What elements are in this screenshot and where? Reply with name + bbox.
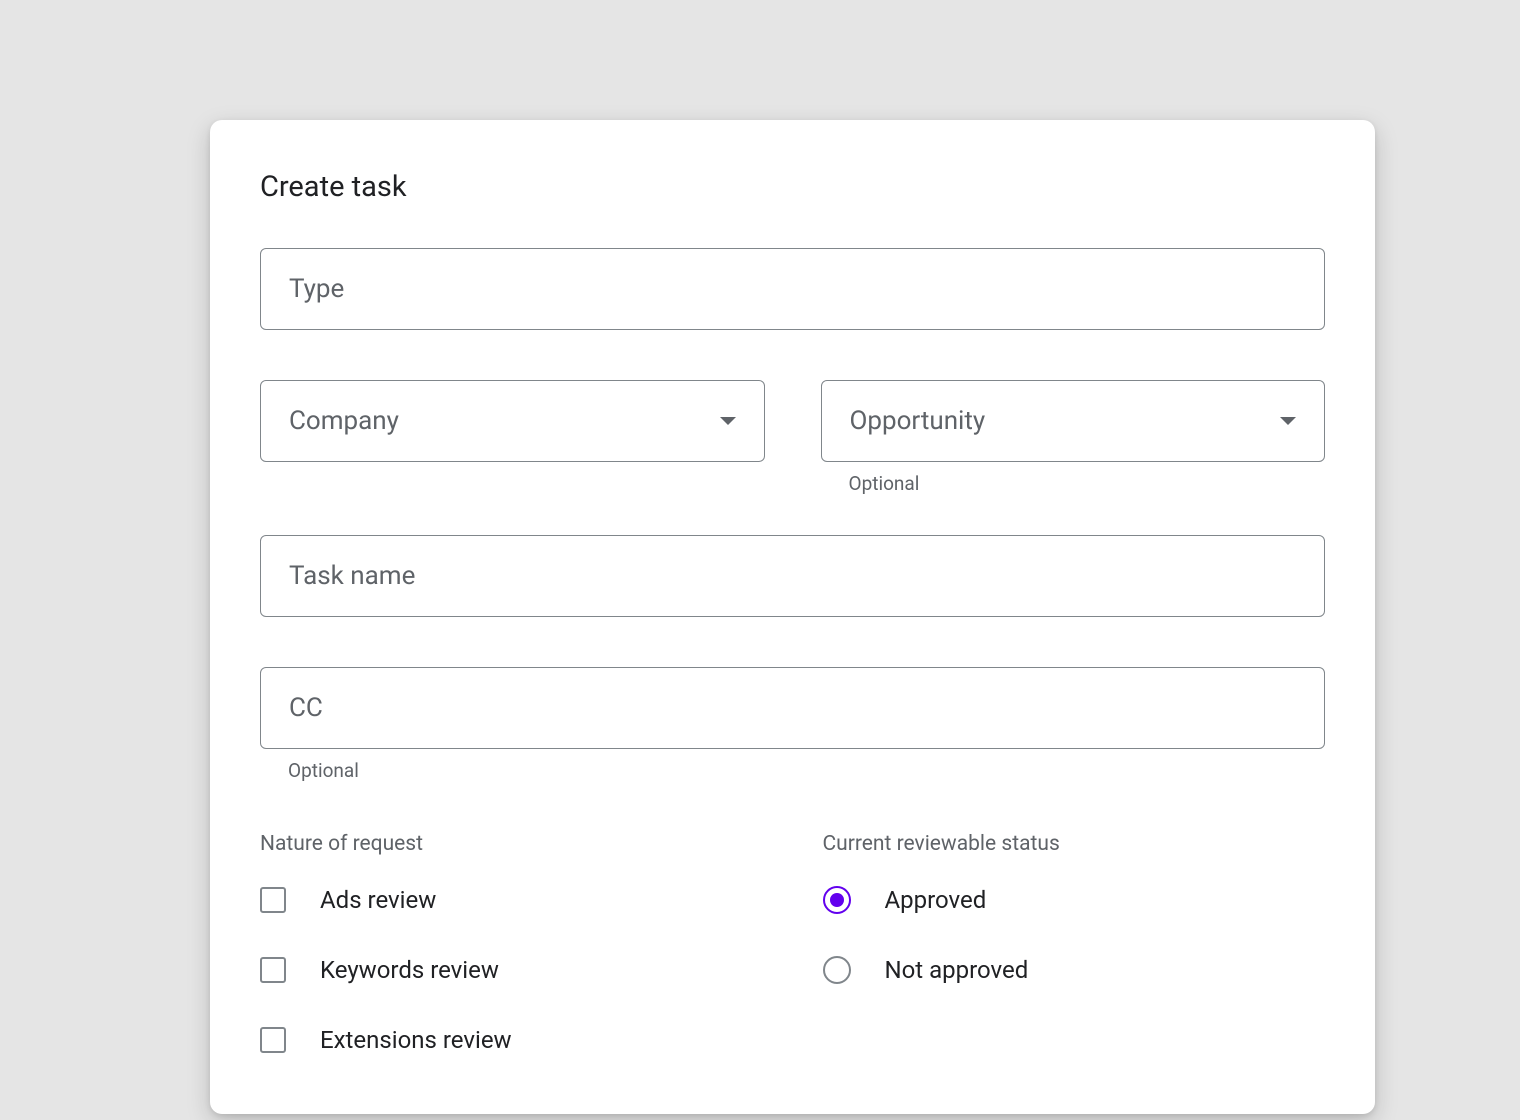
card-title: Create task <box>260 170 1325 204</box>
status-option-not-approved[interactable]: Not approved <box>823 956 1326 984</box>
radio-icon <box>823 956 851 984</box>
opportunity-placeholder: Opportunity <box>850 406 986 436</box>
reviewable-status-group: Current reviewable status Approved Not a… <box>823 832 1326 1054</box>
radio-selected-icon <box>823 886 851 914</box>
opportunity-helper: Optional <box>849 472 1326 495</box>
cc-helper: Optional <box>288 759 1325 782</box>
status-option-label: Not approved <box>885 956 1029 984</box>
cc-input[interactable]: CC <box>260 667 1325 749</box>
create-task-card: Create task Type Company Opportunity Opt… <box>210 120 1375 1114</box>
nature-option-label: Extensions review <box>320 1026 512 1054</box>
chevron-down-icon <box>720 417 736 425</box>
nature-of-request-group: Nature of request Ads review Keywords re… <box>260 832 763 1054</box>
type-placeholder: Type <box>289 274 344 304</box>
checkbox-icon <box>260 887 286 913</box>
cc-placeholder: CC <box>289 693 323 723</box>
company-placeholder: Company <box>289 406 399 436</box>
nature-label: Nature of request <box>260 832 763 856</box>
opportunity-select[interactable]: Opportunity <box>821 380 1326 462</box>
nature-option-extensions-review[interactable]: Extensions review <box>260 1026 763 1054</box>
type-input[interactable]: Type <box>260 248 1325 330</box>
status-label: Current reviewable status <box>823 832 1326 856</box>
checkbox-icon <box>260 957 286 983</box>
nature-option-label: Ads review <box>320 886 436 914</box>
nature-option-ads-review[interactable]: Ads review <box>260 886 763 914</box>
status-option-label: Approved <box>885 886 987 914</box>
task-name-placeholder: Task name <box>289 561 415 591</box>
chevron-down-icon <box>1280 417 1296 425</box>
task-name-input[interactable]: Task name <box>260 535 1325 617</box>
status-option-approved[interactable]: Approved <box>823 886 1326 914</box>
company-select[interactable]: Company <box>260 380 765 462</box>
nature-option-label: Keywords review <box>320 956 499 984</box>
nature-option-keywords-review[interactable]: Keywords review <box>260 956 763 984</box>
checkbox-icon <box>260 1027 286 1053</box>
